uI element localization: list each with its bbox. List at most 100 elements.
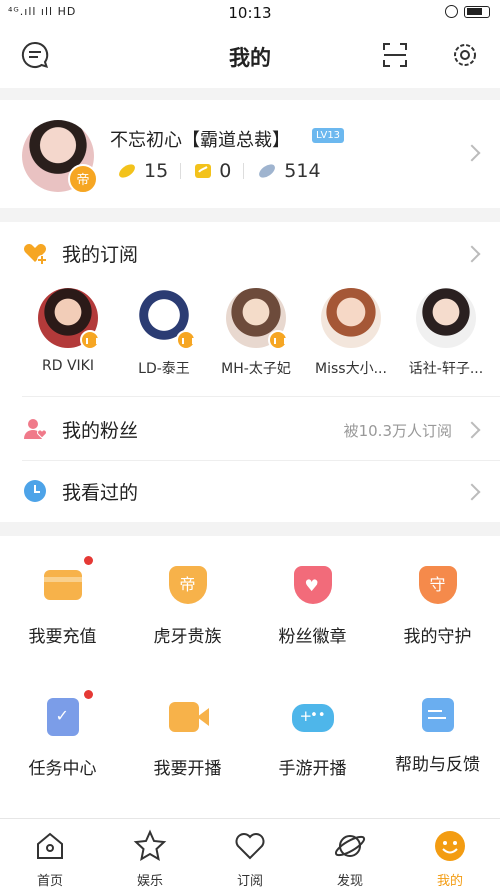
anchor-avatar bbox=[134, 288, 196, 350]
anchor-avatar bbox=[226, 288, 288, 350]
gamepad-icon: + •• bbox=[291, 704, 334, 732]
anchor-avatar bbox=[38, 288, 100, 350]
check-icon: ✓ bbox=[55, 706, 69, 725]
card-stripe bbox=[43, 577, 82, 582]
clock-icon bbox=[24, 480, 46, 502]
noble-icon: 帝 bbox=[168, 566, 207, 604]
rotation-lock-icon bbox=[445, 5, 458, 18]
anchor-item[interactable]: RD VIKI bbox=[18, 288, 118, 374]
anchor-item[interactable]: MH-太子妃 bbox=[206, 288, 306, 378]
grid-label: 手游开播 bbox=[278, 759, 347, 779]
grid-label: 粉丝徽章 bbox=[278, 627, 347, 647]
guard-icon: 守 bbox=[418, 566, 457, 604]
stat-value: 15 bbox=[144, 160, 169, 182]
chevron-right-icon bbox=[463, 245, 481, 263]
anchor-name: LD-泰王 bbox=[138, 361, 190, 377]
tab-discover[interactable]: 发现 bbox=[300, 819, 400, 889]
grid-mobile-game-live[interactable]: + •• 手游开播 bbox=[250, 668, 375, 798]
notification-dot bbox=[84, 690, 93, 699]
history-title: 我看过的 bbox=[62, 482, 139, 504]
stat-divider bbox=[243, 163, 245, 179]
user-heart-icon bbox=[24, 419, 47, 439]
grid-recharge[interactable]: 我要充值 bbox=[0, 536, 125, 666]
anchor-avatar bbox=[321, 288, 381, 348]
video-camera-icon bbox=[169, 702, 209, 732]
tab-home[interactable]: 首页 bbox=[0, 819, 100, 889]
anchor-avatar bbox=[416, 288, 476, 348]
smiley-icon bbox=[435, 831, 465, 861]
tab-me[interactable]: 我的 bbox=[400, 819, 500, 889]
bean-icon bbox=[119, 164, 135, 178]
stat-yellow-bean: 15 bbox=[116, 160, 168, 182]
grid-guard[interactable]: 守 我的守护 bbox=[375, 536, 500, 666]
battery-icon bbox=[464, 5, 490, 18]
fans-title: 我的粉丝 bbox=[62, 420, 139, 442]
heart-icon bbox=[235, 833, 265, 860]
heart-plus-icon bbox=[24, 244, 47, 265]
card-icon bbox=[43, 570, 82, 600]
grid-start-live[interactable]: 我要开播 bbox=[125, 668, 250, 798]
buttons-icon: •• bbox=[310, 708, 326, 723]
shield-heart-icon: ♥ bbox=[293, 566, 332, 604]
grid-noble[interactable]: 帝 虎牙贵族 bbox=[125, 536, 250, 666]
tab-entertainment[interactable]: 娱乐 bbox=[100, 819, 200, 889]
tab-label: 首页 bbox=[36, 874, 63, 889]
fans-row[interactable]: 我的粉丝 被10.3万人订阅 bbox=[0, 398, 500, 460]
grid-label: 我要开播 bbox=[153, 759, 222, 779]
tab-label: 订阅 bbox=[236, 874, 263, 889]
planet-icon bbox=[334, 835, 366, 857]
subscriptions-row[interactable]: 我的订阅 bbox=[0, 222, 500, 284]
bottom-tab-bar: 首页 娱乐 订阅 发现 我的 bbox=[0, 818, 500, 889]
subscribed-anchors: RD VIKI LD-泰王 MH-太子妃 Miss大小... 话社-轩子... bbox=[0, 288, 500, 388]
history-row[interactable]: 我看过的 bbox=[0, 460, 500, 522]
profile-card[interactable]: 帝 不忘初心【霸道总裁】 LV13 15 0 514 bbox=[0, 100, 500, 208]
status-bar: ⁴ᴳ.ıll ıll HD 10:13 bbox=[0, 0, 500, 26]
grid-fan-badge[interactable]: ♥ 粉丝徽章 bbox=[250, 536, 375, 666]
tab-label: 娱乐 bbox=[136, 874, 163, 889]
anchor-item[interactable]: 话社-轩子... bbox=[396, 288, 496, 378]
grid-task-center[interactable]: ✓ 任务中心 bbox=[0, 668, 125, 798]
tab-subscriptions[interactable]: 订阅 bbox=[200, 819, 300, 889]
anchor-name: Miss大小... bbox=[315, 361, 387, 377]
task-clipboard-icon: ✓ bbox=[46, 698, 79, 736]
stat-gold-ticket: 0 bbox=[193, 160, 231, 182]
stat-silver-bean: 514 bbox=[256, 160, 321, 182]
grid-label: 虎牙贵族 bbox=[153, 627, 222, 647]
live-signal-icon bbox=[268, 330, 288, 350]
chevron-right-icon bbox=[463, 421, 481, 439]
live-signal-icon bbox=[176, 330, 196, 350]
tab-label: 发现 bbox=[336, 874, 363, 889]
anchor-name: 话社-轩子... bbox=[408, 361, 484, 377]
home-icon bbox=[37, 832, 63, 859]
profile-name: 不忘初心【霸道总裁】 bbox=[110, 130, 290, 151]
camera-lens bbox=[197, 708, 209, 726]
stat-value: 0 bbox=[219, 160, 232, 182]
subscriptions-title: 我的订阅 bbox=[62, 244, 139, 266]
anchor-item[interactable]: Miss大小... bbox=[301, 288, 401, 378]
anchor-name: RD VIKI bbox=[42, 358, 94, 374]
gear-icon[interactable] bbox=[450, 40, 480, 70]
heart-icon: ♥ bbox=[304, 576, 319, 595]
doc-line bbox=[427, 717, 446, 719]
stat-divider bbox=[180, 163, 182, 179]
anchor-name: MH-太子妃 bbox=[221, 361, 291, 377]
status-right bbox=[445, 5, 490, 18]
subscriptions-section: 我的订阅 RD VIKI LD-泰王 MH-太子妃 Miss大小... 话社-轩… bbox=[0, 222, 500, 522]
anchor-item[interactable]: LD-泰王 bbox=[114, 288, 214, 378]
scan-icon[interactable] bbox=[380, 40, 410, 70]
live-signal-icon bbox=[80, 330, 100, 350]
chevron-right-icon bbox=[463, 144, 481, 162]
doc-line bbox=[427, 710, 442, 712]
grid-label: 我的守护 bbox=[403, 627, 472, 647]
tab-label: 我的 bbox=[436, 874, 463, 889]
status-time: 10:13 bbox=[228, 4, 272, 22]
notification-dot bbox=[84, 556, 93, 565]
silver-bean-icon bbox=[259, 164, 276, 178]
divider bbox=[22, 396, 500, 397]
ticket-icon bbox=[195, 164, 212, 178]
noble-badge: 帝 bbox=[68, 164, 98, 194]
grid-label: 我要充值 bbox=[28, 627, 97, 647]
top-bar: 我的 bbox=[0, 26, 500, 88]
function-grid: 我要充值 帝 虎牙贵族 ♥ 粉丝徽章 守 我的守护 ✓ 任务中心 我要开播 + … bbox=[0, 536, 500, 818]
grid-help-feedback[interactable]: 帮助与反馈 bbox=[375, 668, 500, 798]
